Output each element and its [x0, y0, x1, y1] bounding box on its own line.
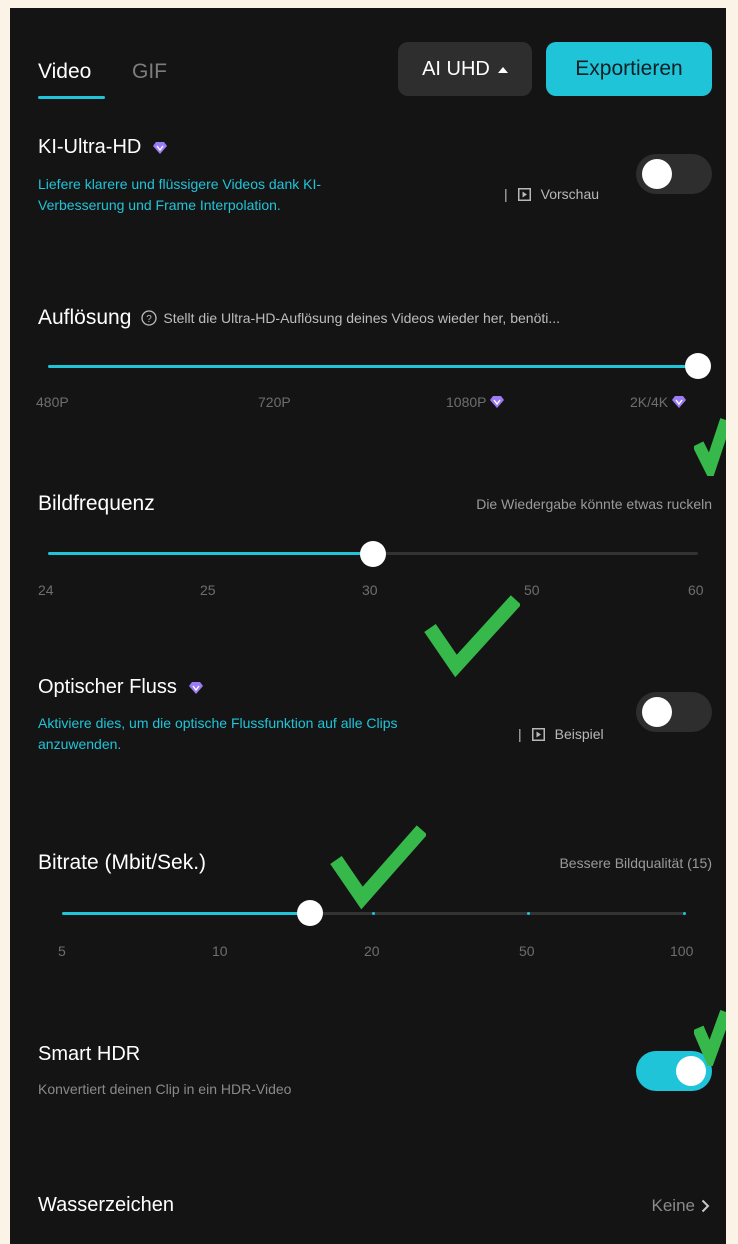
bitrate-tick-5: 5: [58, 943, 66, 959]
svg-text:?: ?: [147, 314, 153, 325]
ki-ultra-hd-preview-link[interactable]: | Vorschau: [504, 186, 599, 202]
frame-rate-tick-60: 60: [688, 582, 704, 598]
resolution-tick-1080p: 1080P: [446, 394, 505, 410]
frame-rate-hint: Die Wiedergabe könnte etwas ruckeln: [476, 496, 712, 512]
export-settings-panel: Video GIF AI UHD Exportieren KI-Ultra-HD…: [10, 8, 726, 1244]
toggle-knob: [642, 159, 672, 189]
premium-gem-icon: [152, 141, 167, 154]
bitrate-slider-fill: [62, 912, 310, 915]
watermark-value: Keine: [651, 1196, 695, 1215]
tab-video[interactable]: Video: [38, 60, 91, 84]
frame-rate-tick-24: 24: [38, 582, 54, 598]
ki-ultra-hd-title: KI-Ultra-HD: [38, 136, 142, 158]
bitrate-hint: Bessere Bildqualität (15): [559, 855, 712, 871]
play-box-icon: [531, 727, 545, 741]
separator: |: [504, 186, 508, 202]
preview-label: Vorschau: [540, 186, 600, 202]
frame-rate-slider-thumb[interactable]: [360, 541, 386, 567]
bitrate-step-dot: [527, 912, 530, 915]
separator: |: [518, 726, 522, 742]
resolution-hint: Stellt die Ultra-HD-Auflösung deines Vid…: [163, 310, 561, 326]
premium-gem-icon: [672, 396, 687, 408]
optical-flow-description-line1: Aktiviere dies, um die optische Flussfun…: [38, 715, 398, 731]
ki-ultra-hd-description-line2: Verbesserung und Frame Interpolation.: [38, 197, 281, 213]
premium-gem-icon: [490, 396, 505, 408]
optical-flow-title-row: Optischer Fluss: [38, 676, 203, 699]
export-button[interactable]: Exportieren: [546, 42, 712, 96]
optical-flow-title: Optischer Fluss: [38, 676, 177, 698]
play-box-icon: [517, 187, 531, 201]
bitrate-tick-50: 50: [519, 943, 535, 959]
bitrate-tick-100: 100: [670, 943, 694, 959]
check-mark-annotation: [694, 1010, 726, 1066]
smart-hdr-title: Smart HDR: [38, 1043, 141, 1065]
example-label: Beispiel: [554, 726, 604, 742]
ki-ultra-hd-description-line1: Liefere klarere und flüssigere Videos da…: [38, 176, 322, 192]
ki-ultra-hd-title-row: KI-Ultra-HD: [38, 136, 167, 159]
check-mark-annotation: [330, 825, 426, 910]
resolution-header: Auflösung ? Stellt die Ultra-HD-Auflösun…: [38, 306, 718, 330]
bitrate-step-dot: [218, 912, 221, 915]
watermark-title: Wasserzeichen: [38, 1194, 174, 1216]
resolution-title: Auflösung: [38, 306, 132, 329]
frame-rate-tick-50: 50: [524, 582, 540, 598]
ai-uhd-dropdown-button[interactable]: AI UHD: [398, 42, 532, 96]
ki-ultra-hd-description: Liefere klarere und flüssigere Videos da…: [38, 174, 478, 216]
watermark-selector[interactable]: Keine: [652, 1196, 710, 1216]
bitrate-step-dot: [683, 912, 686, 915]
bitrate-tick-20: 20: [364, 943, 380, 959]
tick-label: 1080P: [446, 394, 487, 410]
smart-hdr-description: Konvertiert deinen Clip in ein HDR-Video: [38, 1081, 292, 1097]
check-mark-annotation: [694, 418, 726, 476]
frame-rate-tick-30: 30: [362, 582, 378, 598]
premium-gem-icon: [188, 681, 203, 694]
optical-flow-description: Aktiviere dies, um die optische Flussfun…: [38, 713, 518, 755]
bitrate-tick-10: 10: [212, 943, 228, 959]
tab-video-underline: [38, 96, 105, 99]
ai-uhd-label: AI UHD: [422, 57, 490, 80]
frame-rate-slider-fill: [48, 552, 372, 555]
bitrate-title: Bitrate (Mbit/Sek.): [38, 851, 207, 874]
resolution-tick-480p: 480P: [36, 394, 69, 410]
resolution-tick-2k4k: 2K/4K: [630, 394, 687, 410]
help-icon[interactable]: ?: [141, 310, 158, 326]
check-mark-annotation: [424, 595, 520, 678]
bitrate-step-dot: [372, 912, 375, 915]
resolution-slider-fill: [48, 365, 698, 368]
bitrate-slider-thumb[interactable]: [297, 900, 323, 926]
toggle-knob: [642, 697, 672, 727]
frame-rate-title: Bildfrequenz: [38, 492, 155, 515]
optical-flow-toggle[interactable]: [636, 692, 712, 732]
frame-rate-tick-25: 25: [200, 582, 216, 598]
optical-flow-description-line2: anzuwenden.: [38, 736, 122, 752]
chevron-right-icon: [701, 1199, 710, 1213]
optical-flow-example-link[interactable]: | Beispiel: [518, 726, 604, 742]
resolution-tick-720p: 720P: [258, 394, 291, 410]
tab-gif[interactable]: GIF: [132, 60, 167, 84]
tick-label: 2K/4K: [630, 394, 669, 410]
caret-up-icon: [497, 66, 508, 73]
ki-ultra-hd-toggle[interactable]: [636, 154, 712, 194]
resolution-slider-thumb[interactable]: [685, 353, 711, 379]
